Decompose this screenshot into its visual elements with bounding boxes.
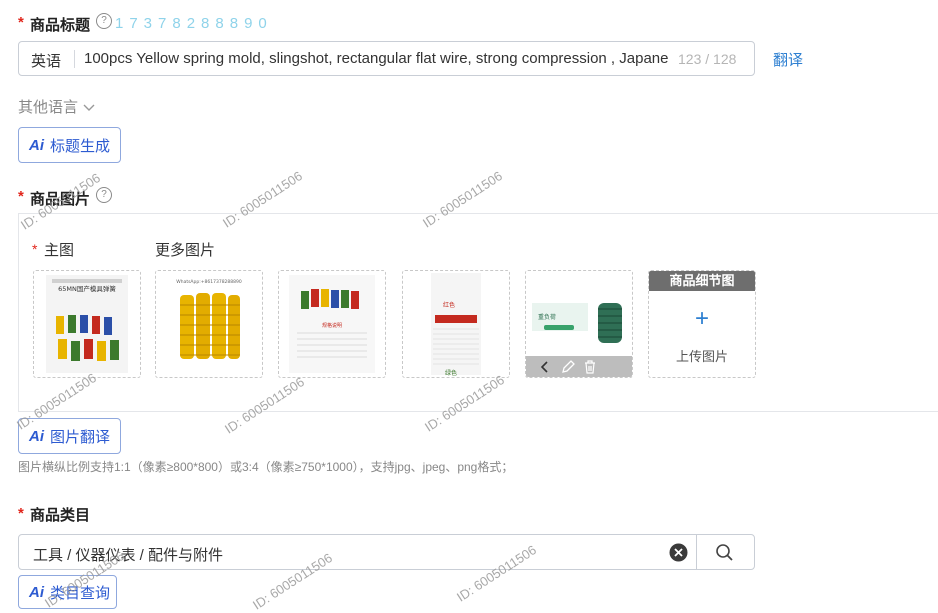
divider [696,535,697,569]
search-icon[interactable] [715,543,734,562]
upload-image-label: 上传图片 [675,349,728,364]
thumb4-red-label: 红色 [443,301,455,309]
help-icon[interactable]: ? [96,13,112,29]
more-images-label: 更多图片 [155,242,216,259]
help-icon[interactable]: ? [96,187,112,203]
title-value[interactable]: 100pcs Yellow spring mold, slingshot, re… [84,50,674,67]
ai-title-generate-label: 标题生成 [50,137,111,155]
spring-product-image: 重负荷 [526,271,632,357]
title-field-label: 商品标题 [30,17,91,34]
chevron-left-icon[interactable] [538,360,552,374]
ai-icon: Ai [29,427,44,445]
spring-product-image: 65MN国产模具弹簧 [46,275,128,373]
thumb3-title: 规格说明 [322,322,342,329]
edit-icon[interactable] [560,359,576,375]
thumb1-title: 65MN国产模具弹簧 [58,284,116,293]
thumb-action-bar [526,356,632,377]
trash-icon[interactable] [582,359,598,375]
other-languages-toggle[interactable]: 其他语言 [18,96,96,117]
thumb2-caption: WhatsApp:+8617378288890 [176,279,242,285]
other-languages-label: 其他语言 [18,99,79,116]
thumb4-green-label: 绿色 [445,369,457,377]
phone-overlay: 17378288890 [115,15,273,32]
divider [74,50,75,68]
char-counter: 123 / 128 [678,51,737,67]
detail-header: 商品细节图 [649,271,755,291]
more-image-thumb[interactable]: 重负荷 [525,270,633,378]
category-input[interactable]: 工具 / 仪器仪表 / 配件与附件 [18,534,755,570]
detail-image-upload[interactable]: 商品细节图 + 上传图片 [648,270,756,378]
more-image-thumb[interactable]: WhatsApp:+8617378288890 [155,270,263,378]
spring-product-image: 规格说明 [289,275,375,373]
chevron-down-icon [83,104,95,111]
main-image-label: 主图 [44,242,75,259]
ai-title-generate-button[interactable]: Ai 标题生成 [18,127,121,163]
language-select[interactable]: 英语 [31,50,61,71]
title-input[interactable]: 英语 100pcs Yellow spring mold, slingshot,… [18,41,755,76]
main-image-thumb[interactable]: 65MN国产模具弹簧 [33,270,141,378]
spring-product-image: WhatsApp:+8617378288890 [176,279,242,359]
spring-spec-table-image: 红色 绿色 [431,273,481,377]
clear-circle-icon[interactable] [669,543,688,562]
category-field-label: 商品类目 [30,507,91,524]
translate-link[interactable]: 翻译 [773,49,803,70]
thumb5-badge: 重负荷 [538,313,556,321]
category-value[interactable]: 工具 / 仪器仪表 / 配件与附件 [33,544,223,565]
required-mark: * [18,505,24,522]
images-panel: * 主图 更多图片 65MN国产模具弹簧 WhatsApp:+861737828… [18,213,938,412]
plus-icon: + [694,305,709,332]
more-image-thumb[interactable]: 规格说明 [278,270,386,378]
image-requirement-hint: 图片横纵比例支持1:1（像素≥800*800）或3:4（像素≥750*1000）… [18,460,514,474]
required-mark: * [32,241,38,257]
ai-icon: Ai [29,136,44,154]
more-image-thumb[interactable]: 红色 绿色 [402,270,510,378]
required-mark: * [18,14,24,31]
required-mark: * [18,188,24,205]
ai-image-translate-label: 图片翻译 [50,428,111,446]
